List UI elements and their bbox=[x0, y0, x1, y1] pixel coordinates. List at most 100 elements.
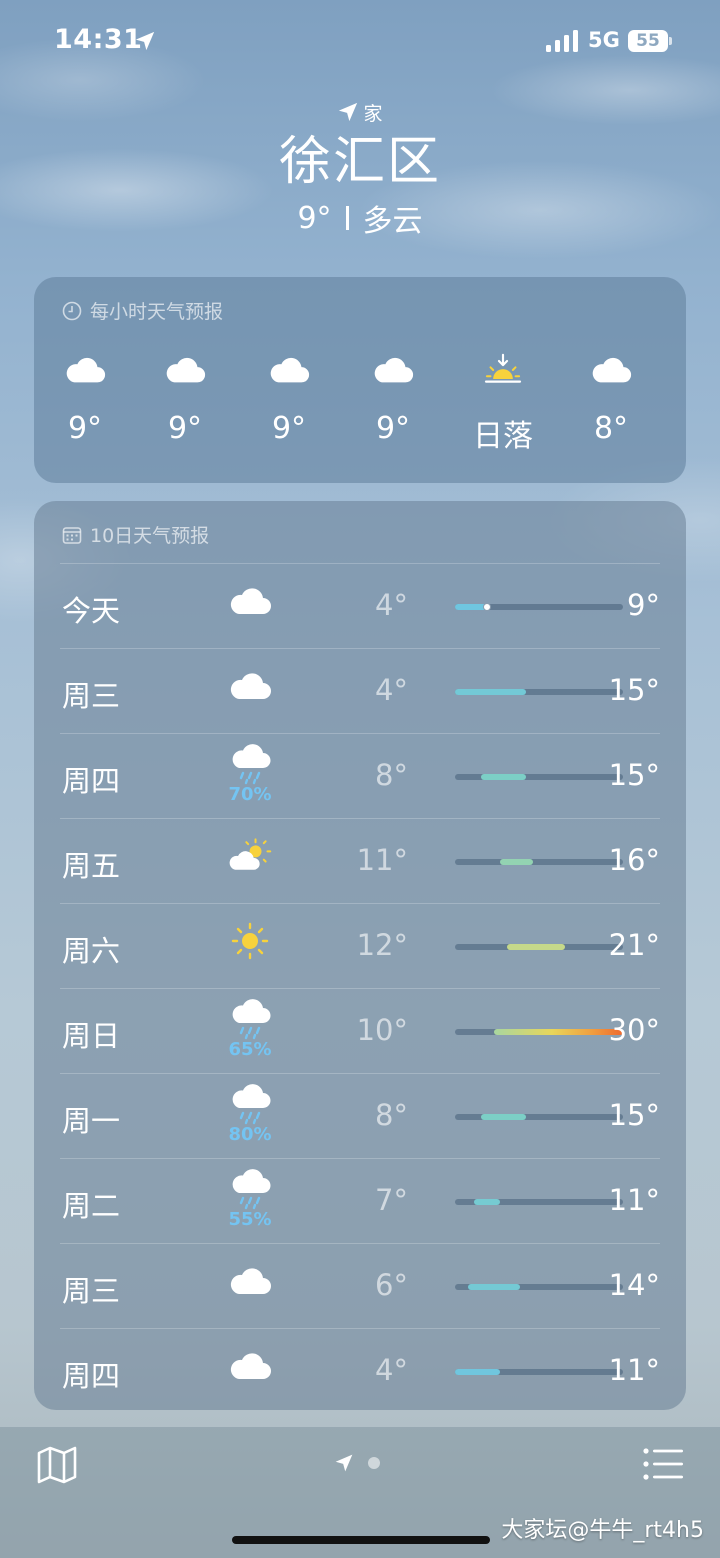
high-temp: 16° bbox=[608, 843, 660, 877]
home-indicator[interactable] bbox=[232, 1536, 490, 1544]
day-label: 周日 bbox=[62, 1019, 121, 1053]
temperature-range-bar bbox=[455, 1114, 623, 1120]
temperature-range-fill bbox=[455, 689, 527, 695]
precipitation-chance: 70% bbox=[228, 784, 272, 805]
sun-icon bbox=[210, 914, 290, 980]
signal-icon bbox=[546, 30, 578, 52]
hourly-temp: 9° bbox=[271, 411, 307, 446]
daily-row[interactable]: 周五 11° 16° bbox=[60, 818, 660, 903]
page-indicator[interactable] bbox=[334, 1453, 380, 1473]
hourly-temp: 8° bbox=[593, 411, 629, 446]
daily-forecast-title: 10日天气预报 bbox=[62, 521, 209, 548]
rain-cloud-icon: 65% bbox=[210, 999, 290, 1065]
daily-row[interactable]: 周六 12° 21° bbox=[60, 903, 660, 988]
current-temp-dot bbox=[483, 603, 492, 611]
low-temp: 7° bbox=[375, 1183, 408, 1217]
temperature-range-fill bbox=[467, 1284, 520, 1290]
low-temp: 4° bbox=[375, 1353, 408, 1387]
day-label: 今天 bbox=[62, 594, 121, 628]
rain-cloud-icon: 80% bbox=[210, 1084, 290, 1150]
temperature-range-bar bbox=[455, 1199, 623, 1205]
cloud-icon bbox=[140, 347, 230, 393]
daily-row[interactable]: 周日 65% 10° 30° bbox=[60, 988, 660, 1073]
daily-row[interactable]: 周三 6° 14° bbox=[60, 1243, 660, 1328]
day-label: 周六 bbox=[62, 934, 121, 968]
location-arrow-icon bbox=[135, 31, 155, 51]
daily-row[interactable]: 周一 80% 8° 15° bbox=[60, 1073, 660, 1158]
high-temp: 21° bbox=[608, 928, 660, 962]
daily-forecast-card[interactable]: 10日天气预报 今天 4° 9° 周三 4° 15° 周四 70% 8° 15° 周五 11° 16° 周… bbox=[34, 501, 686, 1410]
current-temperature: 9° bbox=[297, 200, 332, 236]
daily-row[interactable]: 周三 4° 15° bbox=[60, 648, 660, 733]
low-temp: 11° bbox=[356, 843, 408, 877]
current-conditions: 9° 多云 bbox=[0, 196, 720, 240]
cloud-icon bbox=[348, 347, 438, 393]
low-temp: 10° bbox=[356, 1013, 408, 1047]
precipitation-chance: 65% bbox=[228, 1039, 272, 1060]
location-header: 家 徐汇区 9° 多云 bbox=[0, 98, 720, 240]
rain-cloud-icon: 55% bbox=[210, 1169, 290, 1235]
daily-row[interactable]: 今天 4° 9° bbox=[60, 563, 660, 648]
high-temp: 30° bbox=[608, 1013, 660, 1047]
hourly-temp: 9° bbox=[375, 411, 411, 446]
hourly-item: 9° bbox=[140, 347, 230, 446]
cloud-icon bbox=[566, 347, 656, 393]
clock-icon bbox=[62, 301, 82, 320]
rain-cloud-icon: 70% bbox=[210, 744, 290, 810]
map-icon[interactable] bbox=[36, 1445, 78, 1485]
hourly-temp: 日落 bbox=[473, 419, 533, 454]
day-label: 周四 bbox=[62, 1359, 121, 1393]
hourly-forecast-title: 每小时天气预报 bbox=[62, 297, 223, 324]
low-temp: 6° bbox=[375, 1268, 408, 1302]
location-arrow-icon[interactable] bbox=[334, 1453, 354, 1473]
precipitation-chance: 55% bbox=[228, 1209, 272, 1230]
day-label: 周四 bbox=[62, 764, 121, 798]
precipitation-chance: 80% bbox=[228, 1124, 272, 1145]
hourly-title-text: 每小时天气预报 bbox=[90, 301, 224, 323]
temperature-range-fill bbox=[493, 1029, 623, 1035]
low-temp: 8° bbox=[375, 1098, 408, 1132]
high-temp: 9° bbox=[627, 588, 660, 622]
low-temp: 4° bbox=[375, 673, 408, 707]
daily-title-text: 10日天气预报 bbox=[90, 525, 210, 547]
temperature-range-fill bbox=[480, 1114, 527, 1120]
status-bar: 14:31 5G 55 bbox=[0, 0, 720, 84]
hourly-item: 8° bbox=[566, 347, 656, 446]
temperature-range-fill bbox=[480, 774, 527, 780]
hourly-forecast-card[interactable]: 每小时天气预报 9° 9° 9° 9° 日落 8° bbox=[34, 277, 686, 483]
battery-level: 55 bbox=[628, 30, 668, 52]
temperature-range-fill bbox=[500, 859, 533, 865]
network-type: 5G bbox=[588, 28, 620, 52]
daily-row[interactable]: 周四 70% 8° 15° bbox=[60, 733, 660, 818]
watermark: 大家坛@牛牛_rt4h5 bbox=[501, 1518, 704, 1543]
temperature-range-bar bbox=[455, 1369, 623, 1375]
daily-row[interactable]: 周二 55% 7° 11° bbox=[60, 1158, 660, 1243]
city-name: 徐汇区 bbox=[278, 132, 441, 192]
high-temp: 15° bbox=[608, 758, 660, 792]
temperature-range-fill bbox=[506, 944, 565, 950]
hourly-temp: 9° bbox=[67, 411, 103, 446]
list-icon[interactable] bbox=[642, 1447, 684, 1481]
hourly-list[interactable]: 9° 9° 9° 9° 日落 8° bbox=[34, 347, 686, 457]
high-temp: 11° bbox=[608, 1353, 660, 1387]
low-temp: 8° bbox=[375, 758, 408, 792]
location-arrow-icon bbox=[339, 102, 358, 122]
temperature-range-bar bbox=[455, 859, 623, 865]
high-temp: 11° bbox=[608, 1183, 660, 1217]
daily-row[interactable]: 周四 4° 11° bbox=[60, 1328, 660, 1413]
cloud-icon bbox=[210, 1339, 290, 1405]
home-label: 家 bbox=[363, 102, 383, 125]
temperature-range-bar bbox=[455, 774, 623, 780]
low-temp: 4° bbox=[375, 588, 408, 622]
high-temp: 15° bbox=[608, 1098, 660, 1132]
day-label: 周三 bbox=[62, 1274, 121, 1308]
cloud-icon bbox=[244, 347, 334, 393]
battery-icon: 55 bbox=[628, 30, 672, 52]
day-label: 周五 bbox=[62, 849, 121, 883]
status-time: 14:31 bbox=[54, 24, 143, 55]
day-label: 周二 bbox=[62, 1189, 121, 1223]
temperature-range-bar bbox=[455, 1029, 623, 1035]
hourly-item: 9° bbox=[348, 347, 438, 446]
day-label: 周一 bbox=[62, 1104, 121, 1138]
page-dot[interactable] bbox=[368, 1457, 380, 1469]
